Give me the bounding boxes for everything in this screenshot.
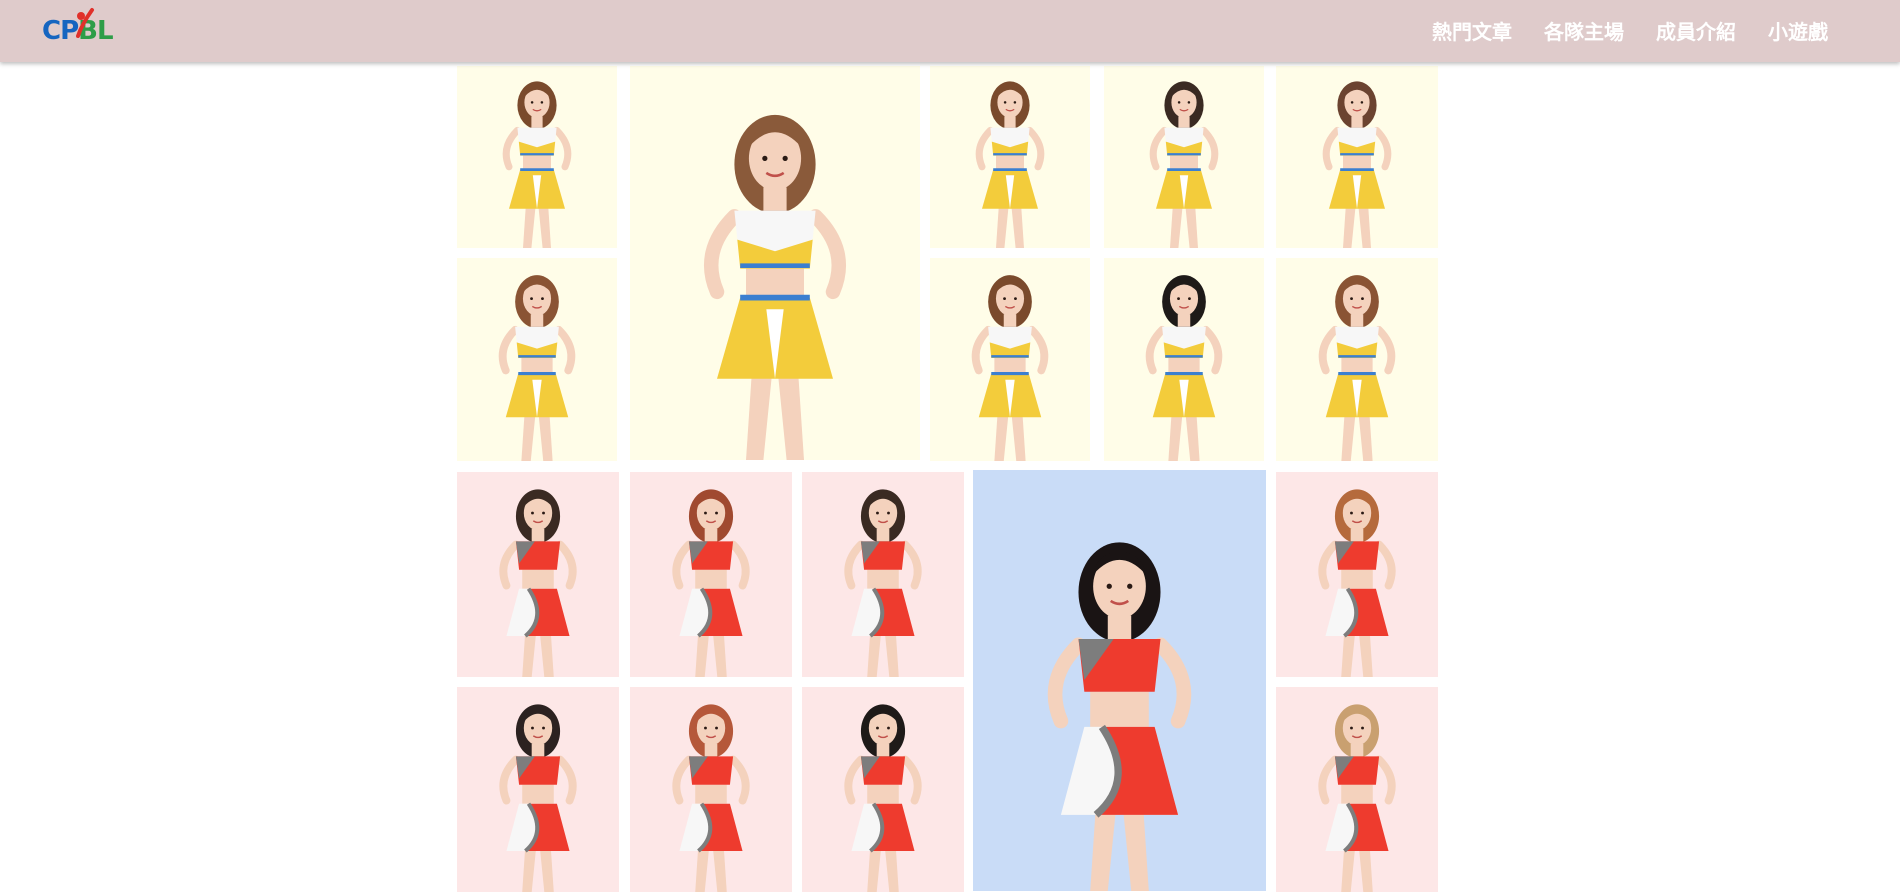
baseball-bat-icon: [76, 8, 94, 38]
featured-member-photo-yellow[interactable]: [630, 66, 920, 460]
featured-member-photo-red[interactable]: [973, 470, 1266, 891]
nav-item-popular-articles[interactable]: 熱門文章: [1432, 16, 1512, 45]
cheerleader-figure: [704, 114, 846, 460]
member-photo-yellow[interactable]: [1104, 258, 1264, 461]
member-photo-yellow[interactable]: [930, 66, 1090, 248]
cpbl-logo[interactable]: CPBL: [42, 6, 126, 48]
cheerleader-figure: [498, 275, 576, 461]
cheerleader-figure: [672, 704, 750, 892]
cheerleader-figure: [1149, 81, 1219, 248]
nav-item-mini-games[interactable]: 小遊戲: [1768, 16, 1828, 45]
member-photo-red[interactable]: [457, 472, 619, 677]
member-photo-yellow[interactable]: [1276, 66, 1438, 248]
member-photo-red[interactable]: [1276, 472, 1438, 677]
cheerleader-figure: [1318, 489, 1396, 677]
cheerleader-figure: [1047, 542, 1192, 891]
cheerleader-figure: [499, 489, 577, 677]
cheerleader-figure: [499, 704, 577, 892]
cheerleader-figure: [672, 489, 750, 677]
cheerleader-figure: [844, 704, 922, 892]
cheerleader-figure: [975, 81, 1045, 248]
member-photo-red[interactable]: [630, 472, 792, 677]
member-photo-yellow[interactable]: [1276, 258, 1438, 461]
member-photo-red[interactable]: [630, 687, 792, 892]
member-photo-yellow[interactable]: [457, 66, 617, 248]
cheerleader-figure: [1145, 275, 1223, 461]
cheerleader-figure: [1322, 81, 1392, 248]
cheerleader-figure: [1318, 275, 1396, 461]
member-photo-yellow[interactable]: [457, 258, 617, 461]
cheerleader-figure: [971, 275, 1049, 461]
cheerleader-figure: [1318, 704, 1396, 892]
member-photo-red[interactable]: [802, 687, 964, 892]
member-photo-red[interactable]: [1276, 687, 1438, 892]
top-navbar: CPBL 熱門文章 各隊主場 成員介紹 小遊戲: [0, 0, 1900, 62]
nav-item-members[interactable]: 成員介紹: [1656, 16, 1736, 45]
nav-item-team-stadiums[interactable]: 各隊主場: [1544, 16, 1624, 45]
nav-menu: 熱門文章 各隊主場 成員介紹 小遊戲: [1400, 0, 1828, 60]
cheerleader-figure: [502, 81, 572, 248]
cheerleader-figure: [844, 489, 922, 677]
member-photo-red[interactable]: [457, 687, 619, 892]
member-photo-yellow[interactable]: [930, 258, 1090, 461]
member-photo-red[interactable]: [802, 472, 964, 677]
member-photo-yellow[interactable]: [1104, 66, 1264, 248]
